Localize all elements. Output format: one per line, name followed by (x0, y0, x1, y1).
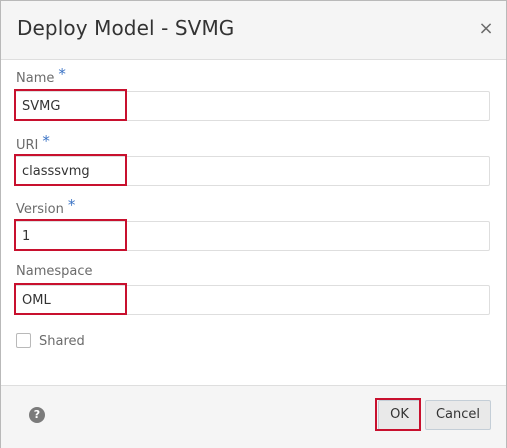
namespace-label: Namespace (16, 264, 93, 279)
deploy-model-dialog: Deploy Model - SVMG × Name * SVMG URI * cl… (0, 0, 507, 448)
namespace-input-value: OML (22, 293, 51, 308)
uri-label: URI * (16, 132, 50, 153)
ok-button[interactable]: OK (378, 400, 421, 430)
help-icon[interactable]: ? (29, 407, 45, 423)
version-input-value: 1 (22, 229, 31, 244)
shared-label: Shared (39, 334, 85, 349)
name-input[interactable]: SVMG (14, 91, 490, 121)
uri-label-text: URI (16, 138, 39, 153)
version-input[interactable]: 1 (14, 221, 490, 251)
name-label: Name * (16, 65, 66, 86)
version-label-text: Version (16, 202, 64, 217)
required-marker: * (58, 65, 66, 83)
name-input-value: SVMG (22, 99, 61, 114)
name-label-text: Name (16, 71, 55, 86)
required-marker: * (42, 132, 50, 150)
dialog-footer: ? OK Cancel (1, 385, 506, 448)
namespace-input[interactable]: OML (14, 285, 490, 315)
dialog-header: Deploy Model - SVMG × (1, 1, 506, 60)
close-icon[interactable]: × (476, 19, 496, 39)
shared-checkbox[interactable] (16, 333, 31, 348)
cancel-button[interactable]: Cancel (425, 400, 491, 430)
namespace-label-text: Namespace (16, 264, 93, 279)
required-marker: * (67, 196, 76, 214)
version-label: Version * (16, 196, 76, 217)
dialog-title: Deploy Model - SVMG (17, 16, 235, 40)
uri-input-value: classsvmg (22, 164, 90, 179)
uri-input[interactable]: classsvmg (14, 156, 490, 186)
